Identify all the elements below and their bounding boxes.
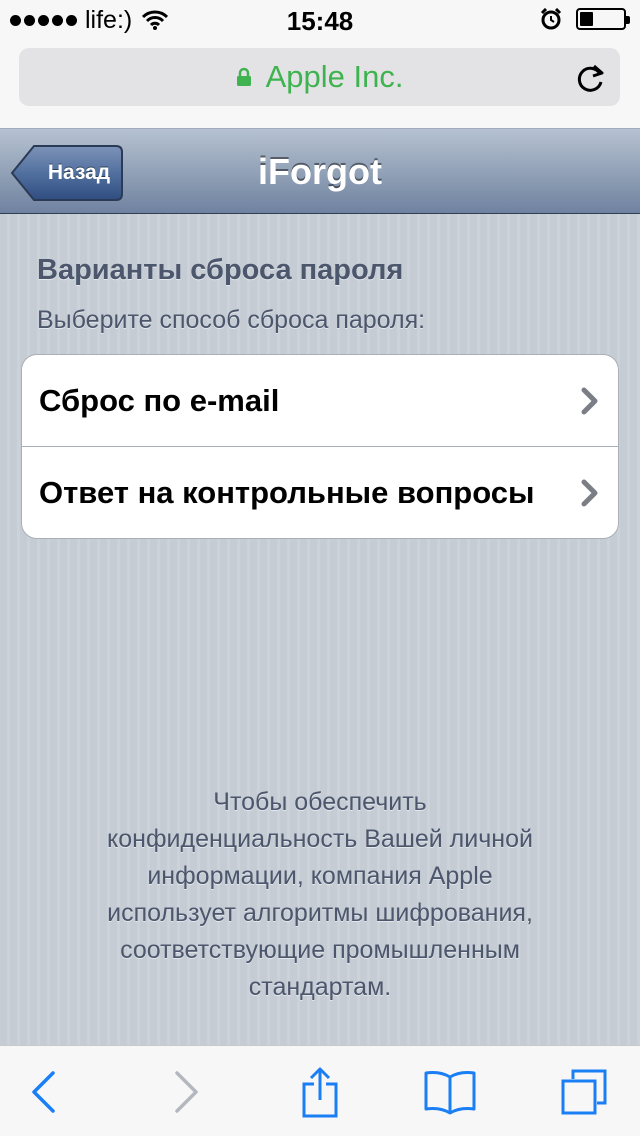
privacy-notice: Чтобы обеспечить конфиденциальность Ваше… (40, 784, 600, 1006)
back-arrow-button[interactable] (14, 1046, 74, 1136)
status-bar: life:) 15:48 (0, 0, 640, 40)
section-subtitle: Выберите способ сброса пароля: (37, 306, 426, 334)
option-label: Ответ на контрольные вопросы (39, 475, 535, 510)
share-icon (302, 1067, 338, 1117)
bookmarks-icon (424, 1070, 476, 1114)
lock-icon (236, 67, 251, 86)
reload-icon[interactable] (570, 58, 610, 98)
tabs-icon (561, 1069, 607, 1114)
option-label: Сброс по e-mail (39, 383, 280, 418)
option-email-reset[interactable]: Сброс по e-mail (22, 355, 618, 447)
privacy-notice-line: стандартам. (248, 973, 392, 1001)
privacy-notice-line: соответствующие промышленным (120, 936, 520, 964)
battery-level (580, 12, 593, 26)
forward-arrow-icon (175, 1070, 198, 1113)
chevron-right-icon (581, 387, 598, 415)
main-content: Варианты сброса пароля Выберите способ с… (0, 214, 640, 1045)
tabs-button[interactable] (554, 1046, 614, 1136)
page-title: iForgot (258, 151, 382, 192)
browser-toolbar (0, 1045, 640, 1136)
option-security-questions[interactable]: Ответ на контрольные вопросы (22, 447, 618, 538)
bookmarks-button[interactable] (420, 1046, 480, 1136)
back-arrow-icon (32, 1070, 55, 1113)
share-button[interactable] (290, 1046, 350, 1136)
url-label: Apple Inc. (265, 59, 404, 94)
nav-bar: Назад iForgot (0, 128, 640, 214)
battery-icon (576, 8, 630, 30)
chevron-right-icon (581, 479, 598, 507)
privacy-notice-line: Чтобы обеспечить (213, 788, 427, 816)
privacy-notice-line: использует алгоритмы шифрования, (107, 899, 533, 927)
reset-options-list: Сброс по e-mail Ответ на контрольные воп… (21, 354, 619, 539)
forward-arrow-button[interactable] (156, 1046, 216, 1136)
privacy-notice-line: информации, компания Apple (147, 862, 493, 890)
section-title: Варианты сброса пароля (37, 254, 404, 286)
address-bar[interactable]: Apple Inc. (19, 48, 620, 106)
privacy-notice-line: конфиденциальность Вашей личной (107, 825, 533, 853)
alarm-clock-icon (540, 8, 562, 30)
